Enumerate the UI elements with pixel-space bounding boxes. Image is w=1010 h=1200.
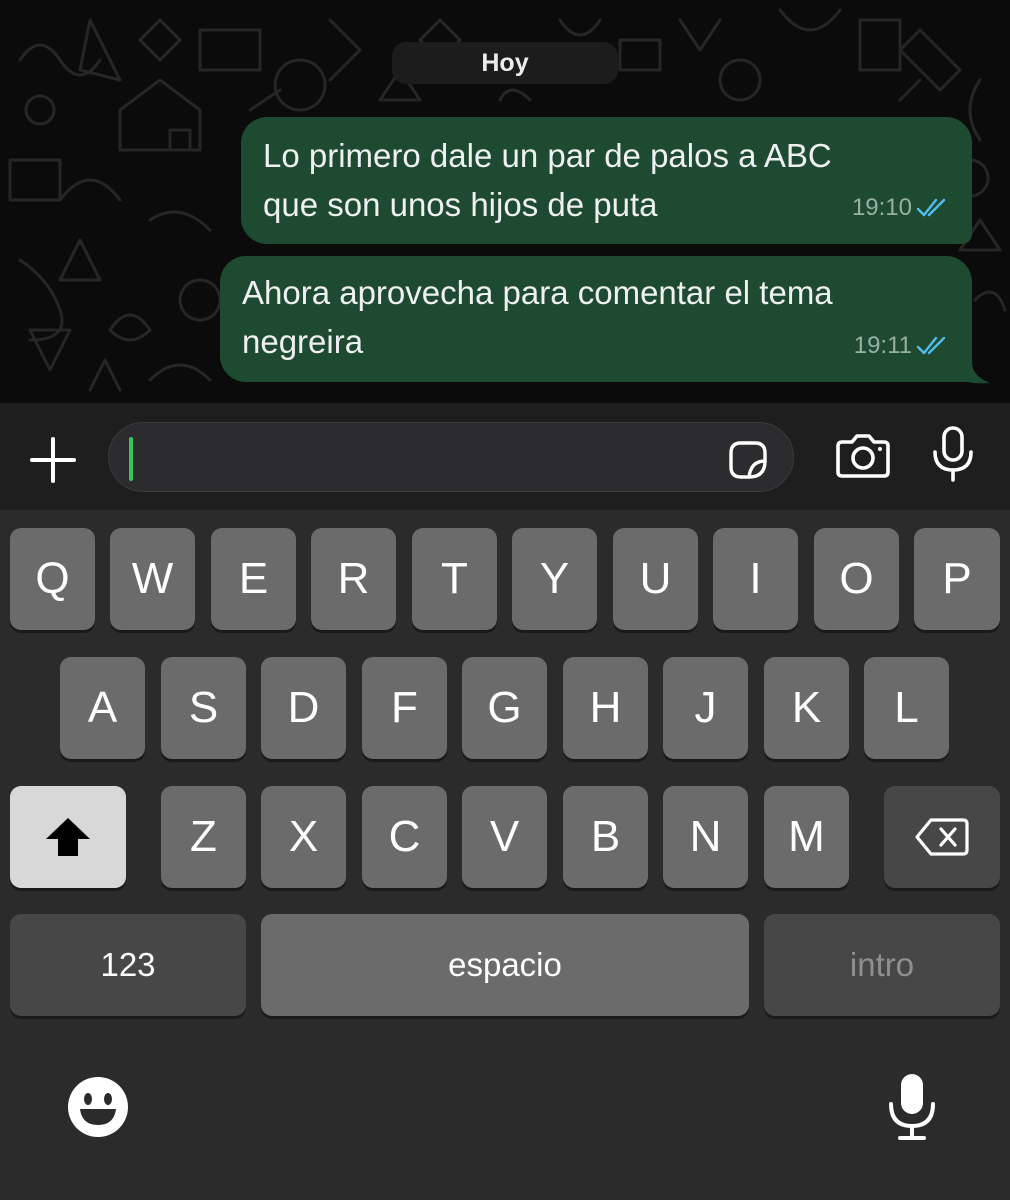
key-n[interactable]: N — [663, 786, 748, 888]
key-s[interactable]: S — [161, 657, 246, 759]
message-bubble-outgoing[interactable]: Lo primero dale un par de palos a ABC qu… — [241, 117, 972, 244]
bubble-tail — [952, 362, 990, 384]
space-key[interactable]: espacio — [261, 914, 749, 1016]
message-bubble-outgoing[interactable]: Ahora aprovecha para comentar el tema ne… — [220, 256, 972, 382]
message-time: 19:11 — [853, 332, 912, 359]
key-q[interactable]: Q — [10, 528, 95, 630]
message-time: 19:10 — [851, 194, 912, 221]
date-separator: Hoy — [392, 42, 618, 84]
key-d[interactable]: D — [261, 657, 346, 759]
key-g[interactable]: G — [462, 657, 547, 759]
key-v[interactable]: V — [462, 786, 547, 888]
plus-icon[interactable] — [28, 435, 78, 485]
message-text-line: Lo primero dale un par de palos a ABC — [263, 137, 832, 174]
key-p[interactable]: P — [914, 528, 1000, 630]
key-o[interactable]: O — [814, 528, 899, 630]
backspace-icon — [915, 818, 969, 856]
key-h[interactable]: H — [563, 657, 648, 759]
microphone-icon[interactable] — [930, 425, 976, 485]
key-a[interactable]: A — [60, 657, 145, 759]
message-text-line: negreira — [242, 323, 364, 360]
key-c[interactable]: C — [362, 786, 447, 888]
key-t[interactable]: T — [412, 528, 497, 630]
chat-area[interactable]: Hoy Lo primero dale un par de palos a AB… — [0, 0, 1010, 403]
camera-icon[interactable] — [834, 432, 892, 480]
key-i[interactable]: I — [713, 528, 798, 630]
sticker-icon[interactable] — [725, 437, 771, 483]
message-meta: 19:11 — [854, 321, 950, 370]
emoji-icon[interactable] — [66, 1075, 130, 1139]
key-b[interactable]: B — [563, 786, 648, 888]
read-receipt-double-check-icon — [916, 336, 946, 354]
key-e[interactable]: E — [211, 528, 296, 630]
on-screen-keyboard: Q W E R T Y U I O P A S D F G H J K L Z … — [0, 510, 1010, 1200]
read-receipt-double-check-icon — [916, 198, 946, 216]
key-m[interactable]: M — [764, 786, 849, 888]
shift-key[interactable] — [10, 786, 126, 888]
backspace-key[interactable] — [884, 786, 1000, 888]
message-input[interactable] — [108, 422, 794, 492]
key-w[interactable]: W — [110, 528, 195, 630]
key-z[interactable]: Z — [161, 786, 246, 888]
whatsapp-screen: Hoy Lo primero dale un par de palos a AB… — [0, 0, 1010, 1200]
message-text-line: que son unos hijos de puta — [263, 186, 658, 223]
shift-icon — [46, 818, 90, 856]
key-k[interactable]: K — [764, 657, 849, 759]
message-meta: 19:10 — [852, 183, 950, 232]
key-x[interactable]: X — [261, 786, 346, 888]
return-key[interactable]: intro — [764, 914, 1000, 1016]
dictation-icon[interactable] — [886, 1072, 938, 1142]
numbers-key[interactable]: 123 — [10, 914, 246, 1016]
key-l[interactable]: L — [864, 657, 949, 759]
key-f[interactable]: F — [362, 657, 447, 759]
key-j[interactable]: J — [663, 657, 748, 759]
key-u[interactable]: U — [613, 528, 698, 630]
key-r[interactable]: R — [311, 528, 396, 630]
message-text-line: Ahora aprovecha para comentar el tema — [242, 274, 833, 311]
text-caret — [129, 437, 133, 481]
key-y[interactable]: Y — [512, 528, 597, 630]
